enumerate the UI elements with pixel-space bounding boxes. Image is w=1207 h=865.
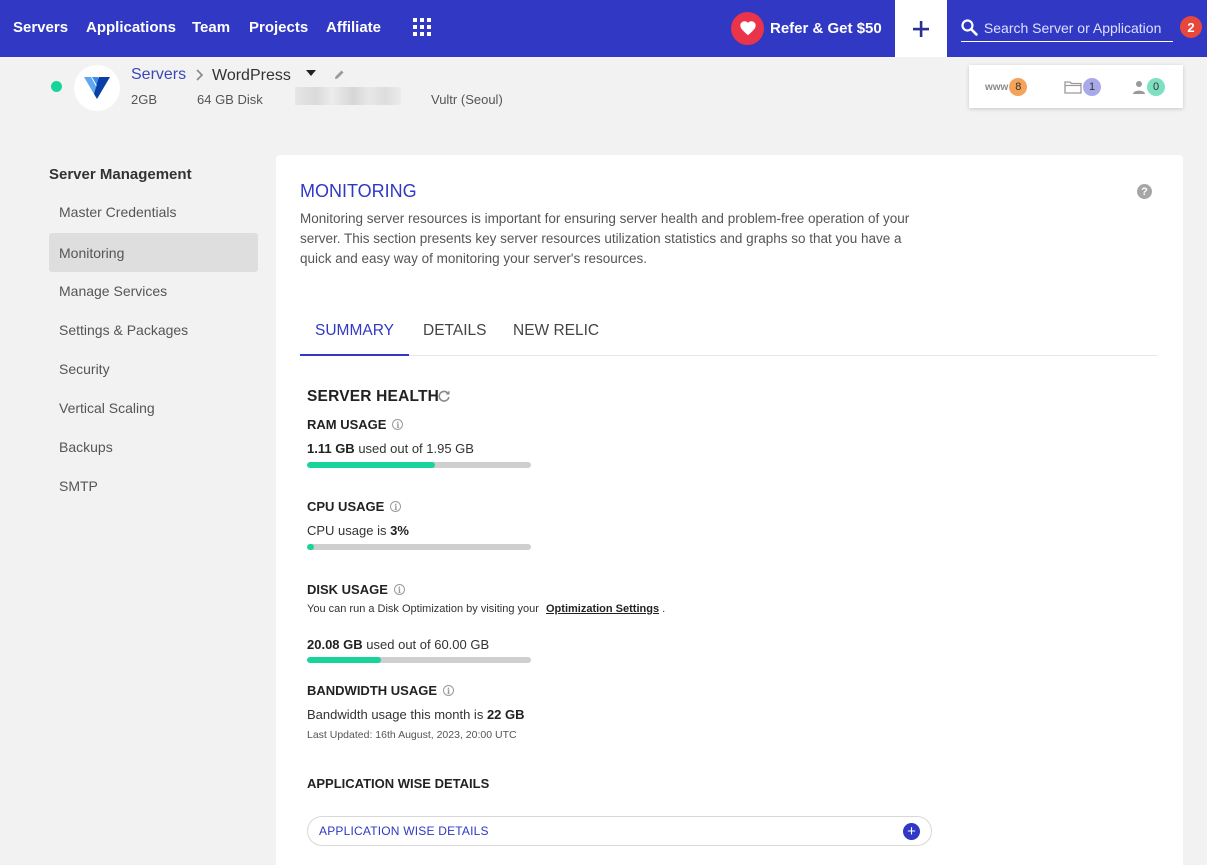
bandwidth-prefix: Bandwidth usage this month is bbox=[307, 707, 484, 722]
server-disk: 64 GB Disk bbox=[197, 92, 263, 107]
heart-icon bbox=[731, 11, 764, 45]
ram-usage-text: 1.11 GB used out of 1.95 GB bbox=[307, 441, 474, 456]
cpu-usage-title: CPU USAGE i bbox=[307, 499, 402, 514]
sidebar-item-manage-services[interactable]: Manage Services bbox=[49, 271, 258, 310]
disk-usage-fill bbox=[307, 657, 381, 663]
nav-affiliate[interactable]: Affiliate bbox=[326, 19, 381, 36]
breadcrumb-application: WordPress bbox=[212, 67, 291, 84]
folder-count-badge: 1 bbox=[1083, 78, 1101, 96]
sidebar-item-smtp[interactable]: SMTP bbox=[49, 466, 258, 505]
cpu-usage-text: CPU usage is 3% bbox=[307, 523, 409, 538]
refer-label: Refer & Get $50 bbox=[770, 19, 882, 37]
search-icon bbox=[961, 19, 978, 36]
www-icon: www bbox=[985, 81, 1009, 93]
chevron-right-icon bbox=[196, 69, 204, 81]
cpu-usage-bar bbox=[307, 544, 531, 550]
user-count[interactable]: 0 bbox=[1132, 78, 1165, 96]
sidebar-item-settings-packages[interactable]: Settings & Packages bbox=[49, 310, 258, 349]
info-icon[interactable]: i bbox=[392, 419, 404, 430]
info-icon[interactable]: i bbox=[393, 584, 405, 595]
ram-usage-fill bbox=[307, 462, 435, 468]
server-ip-redacted bbox=[295, 87, 401, 105]
sidebar-item-vertical-scaling[interactable]: Vertical Scaling bbox=[49, 388, 258, 427]
ram-used-value: 1.11 GB bbox=[307, 441, 355, 456]
page-description: Monitoring server resources is important… bbox=[300, 211, 910, 266]
server-ram: 2GB bbox=[131, 92, 158, 107]
bandwidth-value: 22 GB bbox=[486, 707, 525, 722]
cpu-usage-label: CPU USAGE bbox=[307, 499, 385, 514]
tab-summary[interactable]: SUMMARY bbox=[315, 322, 394, 340]
cpu-usage-fill bbox=[307, 544, 314, 550]
search-box bbox=[961, 14, 1173, 42]
sidebar-item-security[interactable]: Security bbox=[49, 349, 258, 388]
nav-applications[interactable]: Applications bbox=[86, 19, 176, 36]
bandwidth-usage-title: BANDWIDTH USAGE i bbox=[307, 683, 454, 698]
sidebar-item-backups[interactable]: Backups bbox=[49, 427, 258, 466]
disk-used-value: 20.08 GB bbox=[307, 637, 363, 652]
nav-team[interactable]: Team bbox=[192, 19, 230, 36]
help-icon[interactable]: ? bbox=[1137, 184, 1152, 199]
disk-usage-label: DISK USAGE bbox=[307, 582, 388, 597]
disk-usage-title: DISK USAGE i bbox=[307, 582, 405, 597]
info-icon[interactable]: i bbox=[443, 685, 454, 696]
optimization-settings-link[interactable]: Optimization Settings bbox=[546, 603, 659, 615]
search-input[interactable] bbox=[983, 19, 1173, 36]
disk-note-end: . bbox=[662, 603, 666, 615]
edit-icon[interactable] bbox=[333, 69, 345, 81]
ram-total-text: used out of 1.95 GB bbox=[358, 441, 474, 456]
sidebar-item-master-credentials[interactable]: Master Credentials bbox=[49, 192, 258, 231]
vultr-logo bbox=[74, 65, 120, 111]
expand-plus-icon[interactable]: + bbox=[903, 823, 920, 840]
active-tab-indicator bbox=[300, 354, 409, 356]
server-counts-panel: www 8 1 0 bbox=[969, 65, 1183, 108]
application-wise-accordion[interactable]: APPLICATION WISE DETAILS + bbox=[307, 816, 932, 846]
app-dropdown-icon[interactable] bbox=[306, 70, 316, 76]
nav-servers[interactable]: Servers bbox=[13, 19, 68, 36]
notification-badge[interactable]: 2 bbox=[1180, 16, 1202, 38]
application-wise-title: APPLICATION WISE DETAILS bbox=[307, 776, 490, 791]
server-status-indicator bbox=[51, 81, 62, 92]
folder-count[interactable]: 1 bbox=[1064, 78, 1101, 96]
nav-projects[interactable]: Projects bbox=[249, 19, 308, 36]
tab-details[interactable]: DETAILS bbox=[423, 322, 486, 340]
bandwidth-usage-label: BANDWIDTH USAGE bbox=[307, 683, 437, 698]
disk-note-text: You can run a Disk Optimization by visit… bbox=[307, 603, 539, 615]
user-icon bbox=[1133, 81, 1145, 94]
cpu-usage-prefix: CPU usage is bbox=[307, 523, 387, 538]
breadcrumb-servers[interactable]: Servers bbox=[131, 66, 186, 84]
info-icon[interactable]: i bbox=[390, 501, 402, 512]
folder-icon bbox=[1064, 81, 1082, 94]
top-navbar: Servers Applications Team Projects Affil… bbox=[0, 0, 1207, 57]
add-button[interactable] bbox=[895, 0, 947, 57]
cpu-usage-value: 3% bbox=[390, 523, 409, 538]
bandwidth-last-updated: Last Updated: 16th August, 2023, 20:00 U… bbox=[307, 729, 517, 741]
ram-usage-title: RAM USAGE i bbox=[307, 417, 404, 432]
page-title: MONITORING bbox=[300, 181, 417, 201]
plus-icon bbox=[913, 20, 929, 37]
disk-total-text: used out of 60.00 GB bbox=[366, 637, 490, 652]
sidebar-title: Server Management bbox=[49, 166, 192, 183]
disk-optimization-note: You can run a Disk Optimization by visit… bbox=[307, 603, 665, 615]
refresh-icon[interactable] bbox=[437, 389, 451, 403]
ram-usage-bar bbox=[307, 462, 531, 468]
refer-button[interactable]: Refer & Get $50 bbox=[731, 11, 882, 45]
bandwidth-usage-text: Bandwidth usage this month is 22 GB bbox=[307, 707, 525, 722]
server-location: Vultr (Seoul) bbox=[431, 92, 503, 107]
tabs-divider bbox=[300, 355, 1158, 356]
www-count[interactable]: www 8 bbox=[985, 78, 1028, 96]
tab-new-relic[interactable]: NEW RELIC bbox=[513, 322, 599, 340]
ram-usage-label: RAM USAGE bbox=[307, 417, 387, 432]
apps-grid-icon[interactable] bbox=[413, 18, 431, 36]
disk-usage-text: 20.08 GB used out of 60.00 GB bbox=[307, 637, 489, 652]
server-health-title: SERVER HEALTH bbox=[307, 388, 440, 405]
www-count-badge: 8 bbox=[1009, 78, 1028, 96]
disk-usage-bar bbox=[307, 657, 531, 663]
user-count-badge: 0 bbox=[1147, 78, 1165, 96]
sidebar-item-monitoring[interactable]: Monitoring bbox=[49, 233, 258, 272]
accordion-label: APPLICATION WISE DETAILS bbox=[319, 824, 489, 838]
